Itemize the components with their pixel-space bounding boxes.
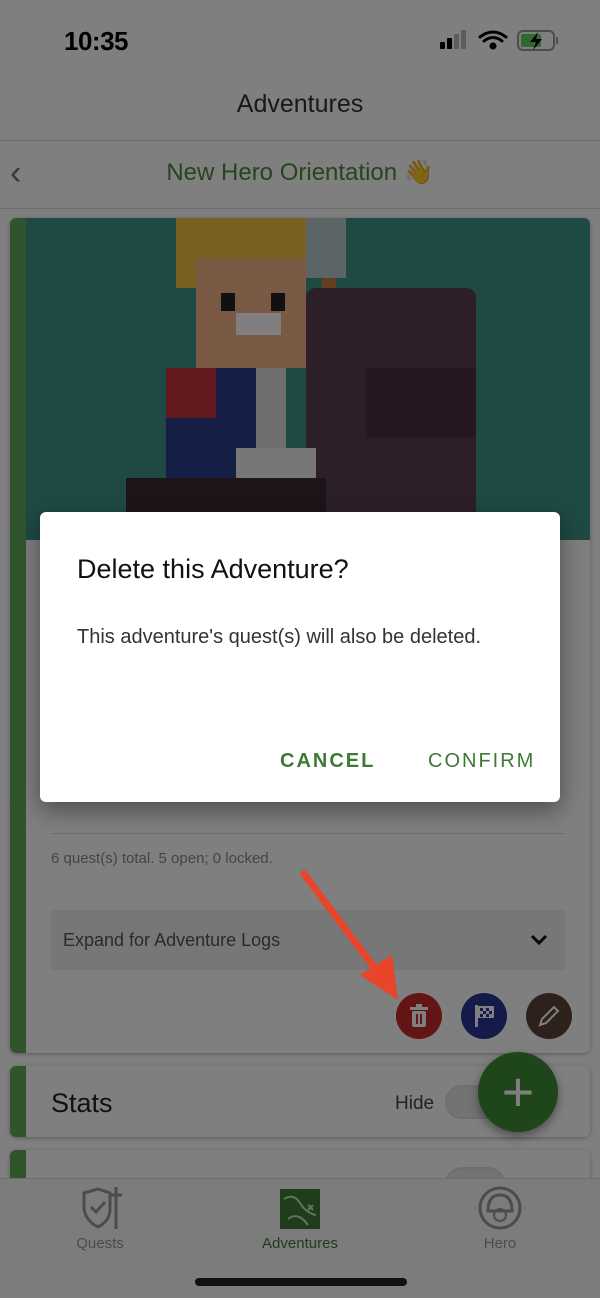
cancel-button[interactable]: CANCEL: [280, 750, 375, 773]
dialog-title: Delete this Adventure?: [77, 554, 349, 584]
delete-dialog: Delete this Adventure? This adventure's …: [40, 512, 560, 802]
confirm-button[interactable]: CONFIRM: [428, 750, 535, 773]
home-indicator: [195, 1278, 407, 1286]
dialog-body: This adventure's quest(s) will also be d…: [77, 626, 482, 648]
